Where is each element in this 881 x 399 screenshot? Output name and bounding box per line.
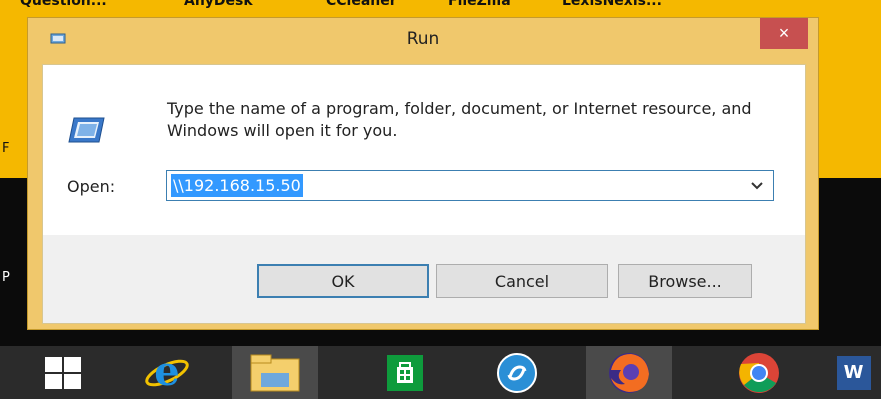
browse-button[interactable]: Browse... xyxy=(618,264,752,298)
taskbar-store[interactable] xyxy=(362,346,448,399)
desktop-edge-letter: F xyxy=(2,141,10,156)
dialog-title: Run xyxy=(406,29,440,49)
taskbar-firefox[interactable] xyxy=(586,346,672,399)
taskbar: e W xyxy=(0,346,881,399)
cancel-button[interactable]: Cancel xyxy=(436,264,608,298)
desktop-shortcut-label[interactable]: Question... xyxy=(20,0,107,9)
taskbar-app[interactable] xyxy=(474,346,560,399)
svg-text:e: e xyxy=(154,351,179,395)
close-button[interactable]: × xyxy=(760,18,808,49)
chevron-down-icon[interactable] xyxy=(749,177,765,193)
taskbar-internet-explorer[interactable]: e xyxy=(124,346,210,399)
file-explorer-icon xyxy=(250,354,300,391)
ok-button[interactable]: OK xyxy=(257,264,429,298)
store-icon xyxy=(387,354,423,391)
chrome-icon xyxy=(739,352,779,393)
app-icon xyxy=(497,352,537,393)
desktop-shortcut-label[interactable]: AnyDesk xyxy=(184,0,253,9)
taskbar-chrome[interactable] xyxy=(716,346,802,399)
open-combobox[interactable]: \\192.168.15.50 xyxy=(166,170,774,201)
dialog-content: Type the name of a program, folder, docu… xyxy=(42,64,806,324)
desktop-shortcut-label[interactable]: CCleaner xyxy=(326,0,397,9)
word-icon: W xyxy=(836,355,871,390)
taskbar-word[interactable]: W xyxy=(826,346,881,399)
desktop-shortcut-label[interactable]: LexisNexis... xyxy=(562,0,662,9)
run-program-icon xyxy=(68,117,105,143)
dialog-description: Type the name of a program, folder, docu… xyxy=(167,99,752,140)
windows-start-icon xyxy=(45,356,81,389)
desktop-shortcut-row: Question... AnyDesk CCleaner FileZilla L… xyxy=(0,0,881,14)
taskbar-file-explorer[interactable] xyxy=(232,346,318,399)
dialog-content-area xyxy=(43,65,805,255)
desktop-shortcut-label[interactable]: FileZilla xyxy=(448,0,511,9)
dialog-titlebar[interactable]: Run × xyxy=(28,18,818,64)
internet-explorer-icon: e xyxy=(145,351,189,395)
open-input-value[interactable]: \\192.168.15.50 xyxy=(171,174,303,197)
open-label: Open: xyxy=(67,177,116,196)
desktop-edge-letter: P xyxy=(2,270,10,285)
run-dialog: Run × Type the name of a program, folder… xyxy=(27,17,819,330)
start-button[interactable] xyxy=(20,346,106,399)
firefox-icon xyxy=(609,352,649,393)
